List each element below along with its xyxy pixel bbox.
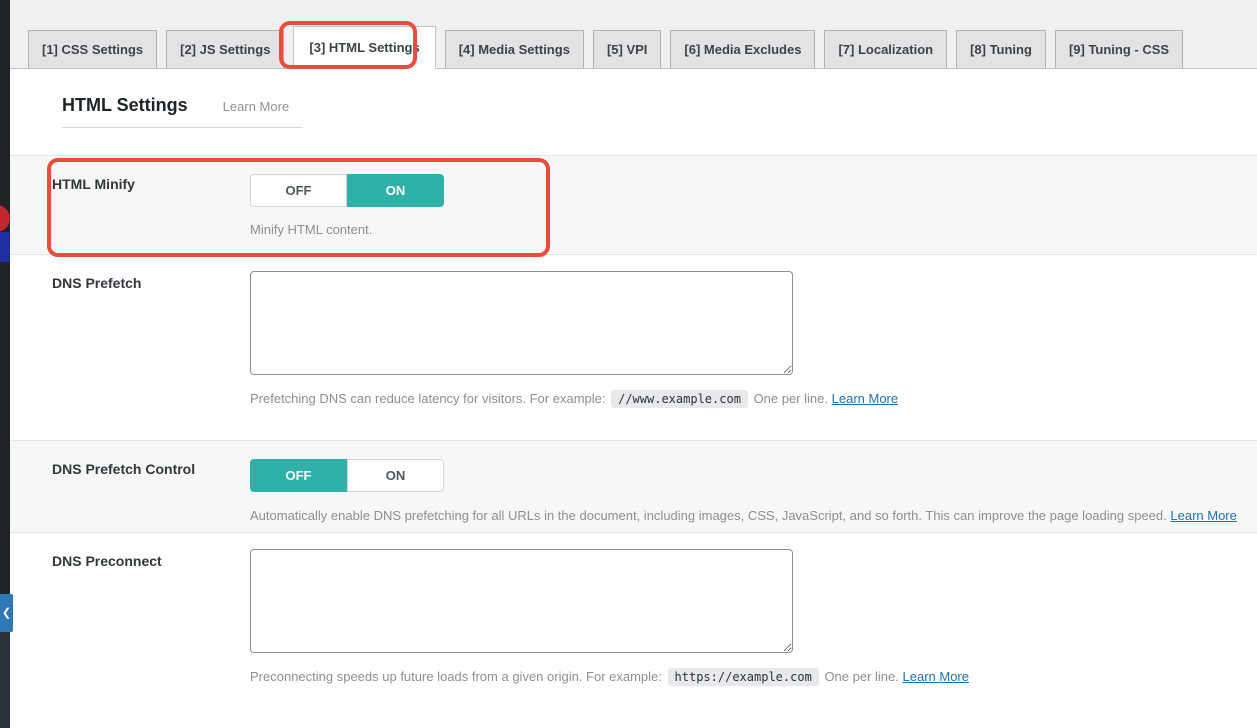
dns-prefetch-control-learn-more-link[interactable]: Learn More xyxy=(1170,508,1236,523)
sidebar-menu-icon xyxy=(0,232,10,262)
settings-page: [1] CSS Settings [2] JS Settings [3] HTM… xyxy=(10,0,1257,719)
tab-vpi[interactable]: [5] VPI xyxy=(593,30,661,69)
sidebar-badge-icon xyxy=(0,205,10,232)
dns-prefetch-textarea[interactable] xyxy=(250,271,793,375)
dns-prefetch-desc-text: Prefetching DNS can reduce latency for v… xyxy=(250,391,605,406)
html-minify-toggle: OFF ON xyxy=(250,174,444,207)
admin-sidebar-edge: ❮ xyxy=(0,0,10,728)
dns-prefetch-control-off-button[interactable]: OFF xyxy=(250,459,347,492)
dns-prefetch-control-on-button[interactable]: ON xyxy=(347,459,444,492)
dns-preconnect-learn-more-link[interactable]: Learn More xyxy=(903,669,969,684)
tab-html-settings[interactable]: [3] HTML Settings xyxy=(293,26,435,69)
tab-js-settings[interactable]: [2] JS Settings xyxy=(166,30,284,69)
header-learn-more-link[interactable]: Learn More xyxy=(223,99,289,114)
dns-preconnect-desc-text: Preconnecting speeds up future loads fro… xyxy=(250,669,662,684)
dns-prefetch-example-code: //www.example.com xyxy=(611,390,748,408)
tab-tuning-css[interactable]: [9] Tuning - CSS xyxy=(1055,30,1183,69)
html-minify-on-button[interactable]: ON xyxy=(347,174,444,207)
dns-prefetch-desc-text2: One per line. xyxy=(754,391,828,406)
page-title: HTML Settings xyxy=(62,95,188,116)
setting-row-dns-prefetch-control: DNS Prefetch Control OFF ON Automaticall… xyxy=(10,440,1257,533)
dns-prefetch-description: Prefetching DNS can reduce latency for v… xyxy=(250,389,1257,409)
tab-media-settings[interactable]: [4] Media Settings xyxy=(445,30,584,69)
html-minify-off-button[interactable]: OFF xyxy=(250,174,347,207)
dns-prefetch-control-label: DNS Prefetch Control xyxy=(10,441,250,532)
settings-tabbar: [1] CSS Settings [2] JS Settings [3] HTM… xyxy=(10,0,1257,69)
dns-preconnect-example-code: https://example.com xyxy=(668,668,819,686)
dns-prefetch-learn-more-link[interactable]: Learn More xyxy=(832,391,898,406)
dns-prefetch-control-toggle: OFF ON xyxy=(250,459,444,492)
collapse-menu-button[interactable]: ❮ xyxy=(0,594,13,632)
html-minify-label: HTML Minify xyxy=(10,156,250,254)
dns-preconnect-textarea[interactable] xyxy=(250,549,793,653)
tab-tuning[interactable]: [8] Tuning xyxy=(956,30,1046,69)
sidebar-lower-edge xyxy=(0,632,10,728)
html-minify-description: Minify HTML content. xyxy=(250,220,1257,240)
dns-prefetch-control-desc-text: Automatically enable DNS prefetching for… xyxy=(250,508,1167,523)
dns-prefetch-label: DNS Prefetch xyxy=(10,255,250,440)
setting-row-dns-preconnect: DNS Preconnect Preconnecting speeds up f… xyxy=(10,533,1257,719)
setting-row-html-minify: HTML Minify OFF ON Minify HTML content. xyxy=(10,155,1257,255)
tab-media-excludes[interactable]: [6] Media Excludes xyxy=(670,30,815,69)
dns-prefetch-control-description: Automatically enable DNS prefetching for… xyxy=(250,506,1257,526)
section-header: HTML Settings Learn More xyxy=(62,95,303,128)
setting-row-dns-prefetch: DNS Prefetch Prefetching DNS can reduce … xyxy=(10,255,1257,440)
dns-preconnect-desc-text2: One per line. xyxy=(824,669,898,684)
tab-css-settings[interactable]: [1] CSS Settings xyxy=(28,30,157,69)
dns-preconnect-label: DNS Preconnect xyxy=(10,533,250,719)
tab-localization[interactable]: [7] Localization xyxy=(824,30,947,69)
dns-preconnect-description: Preconnecting speeds up future loads fro… xyxy=(250,667,1257,687)
